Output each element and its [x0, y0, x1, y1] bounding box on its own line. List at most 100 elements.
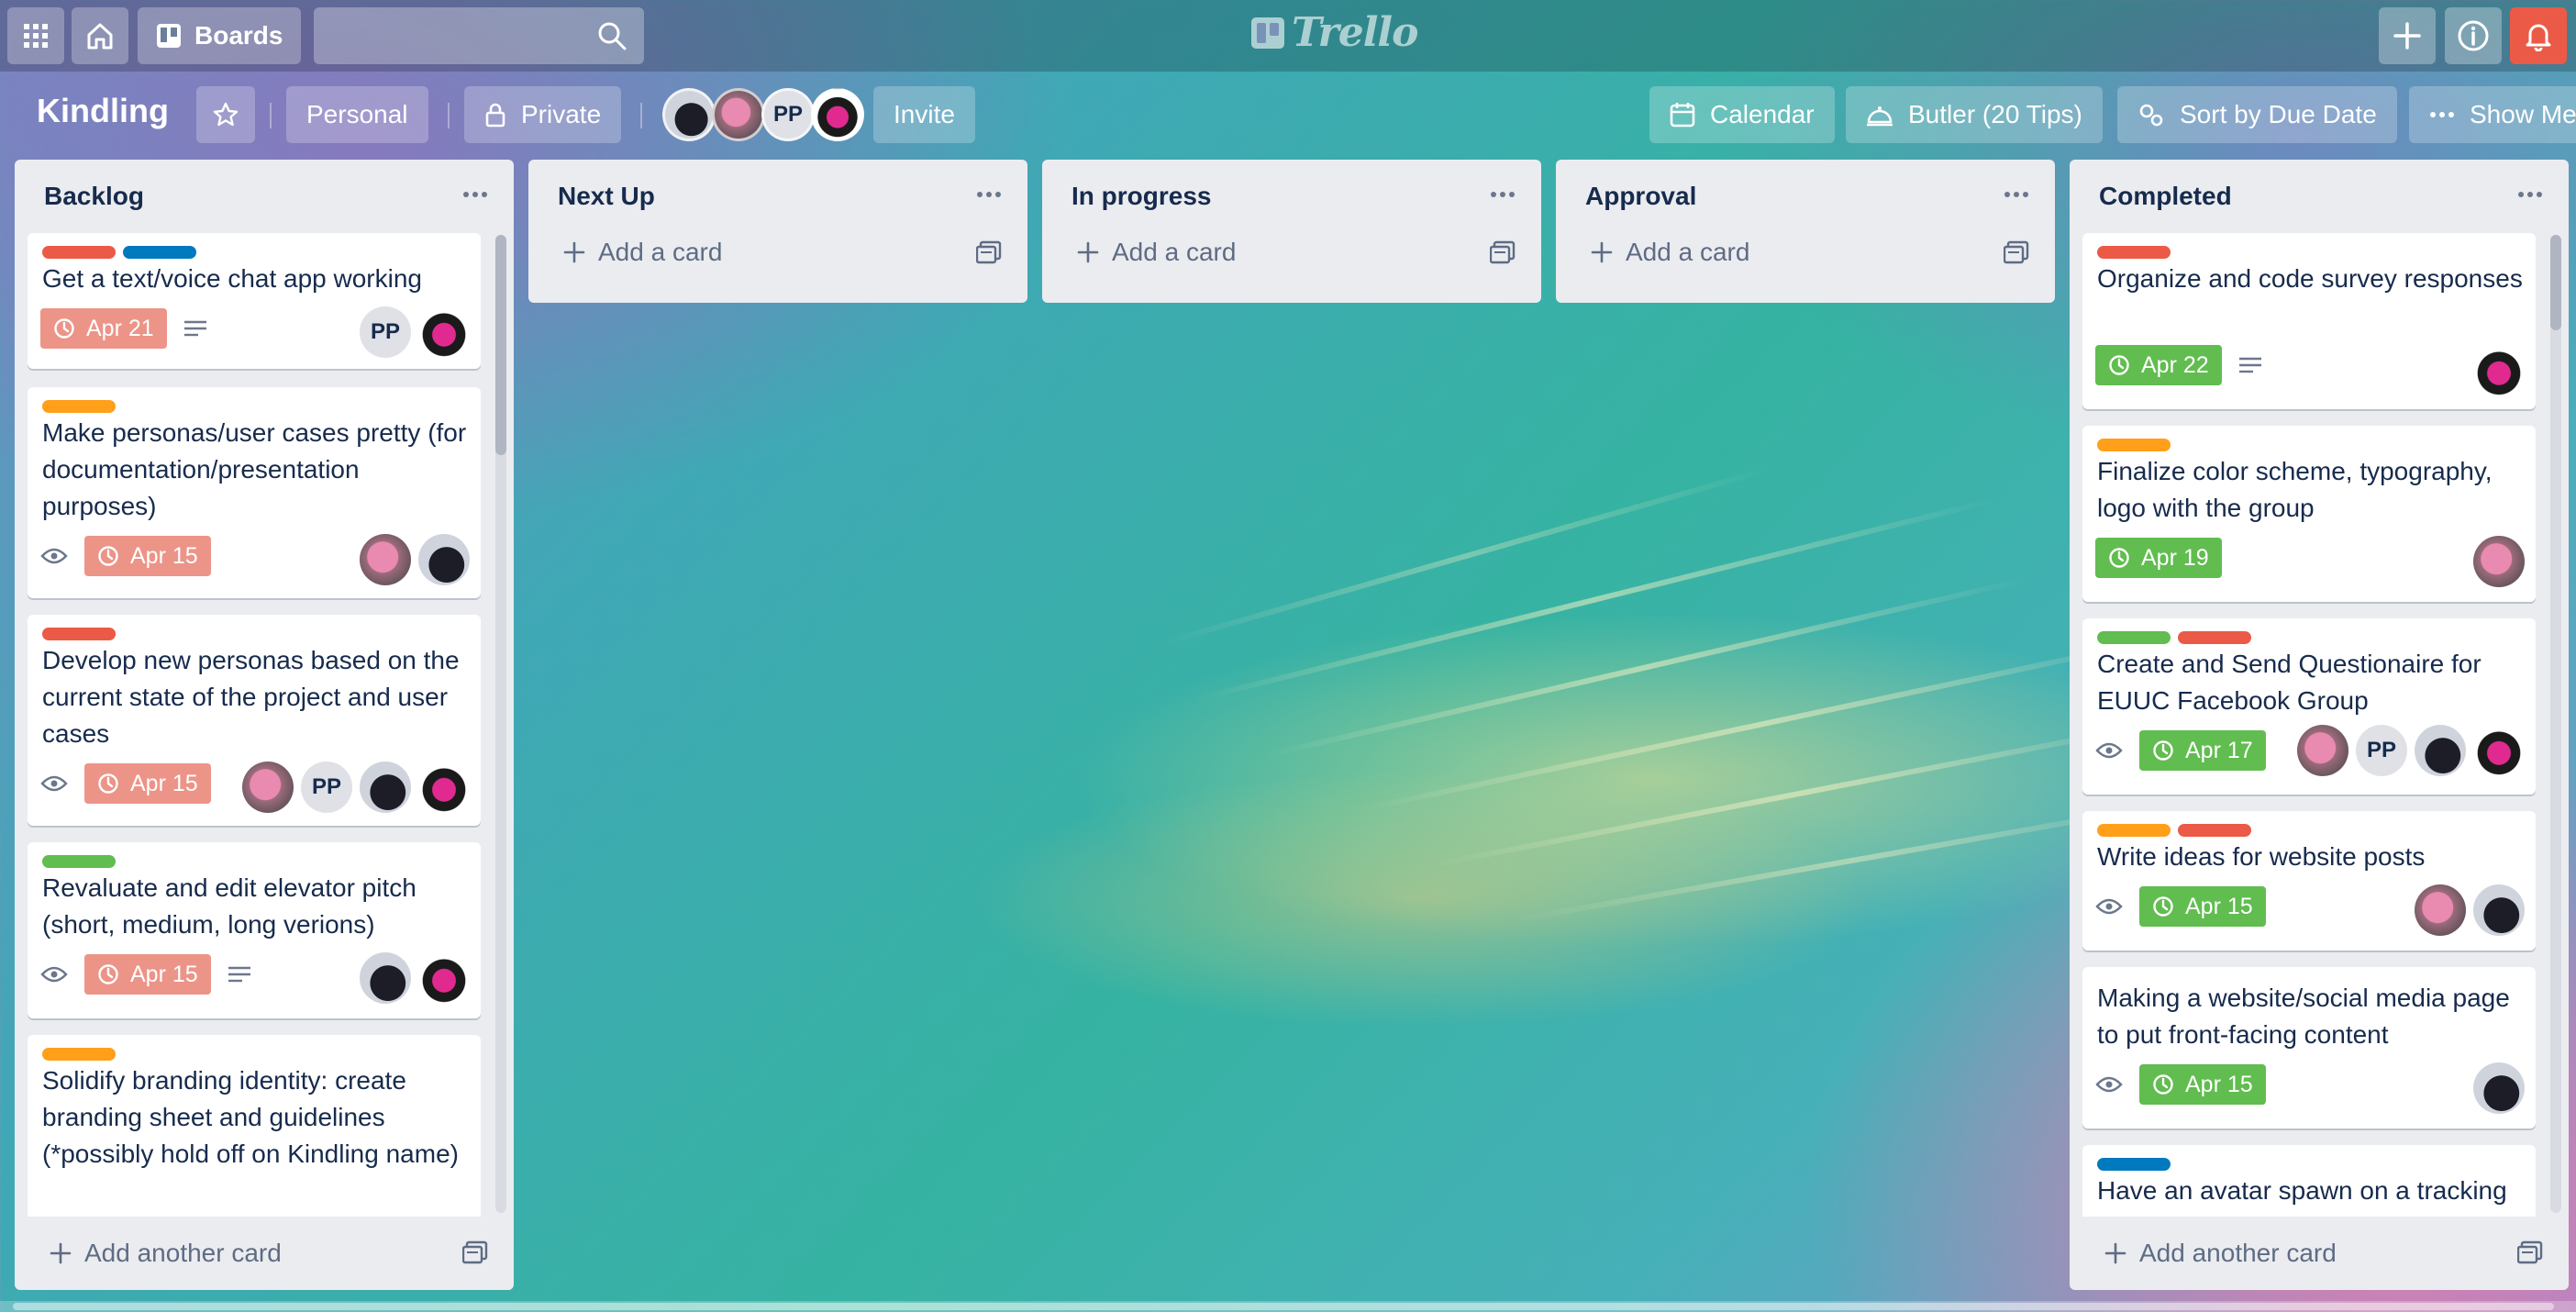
- boards-button[interactable]: Boards: [138, 7, 302, 64]
- show-menu-button[interactable]: Show Menu: [2409, 86, 2576, 143]
- list-title[interactable]: Approval: [1585, 182, 1696, 211]
- list-title[interactable]: Next Up: [558, 182, 655, 211]
- member-avatar[interactable]: [2473, 884, 2525, 936]
- due-date-badge[interactable]: Apr 19: [2095, 538, 2222, 578]
- card[interactable]: Organize and code survey responses Apr 2…: [2082, 233, 2536, 409]
- card-template-icon[interactable]: [1490, 240, 1516, 264]
- member-avatar[interactable]: [418, 306, 470, 358]
- label-orange[interactable]: [2097, 439, 2171, 451]
- notifications-button[interactable]: [2510, 7, 2567, 64]
- create-button[interactable]: [2379, 7, 2436, 64]
- label-orange[interactable]: [42, 400, 116, 413]
- label-orange[interactable]: [2097, 824, 2171, 837]
- card[interactable]: Get a text/voice chat app working Apr 21…: [28, 233, 481, 369]
- visibility-button[interactable]: Private: [464, 86, 622, 143]
- search-box[interactable]: [314, 7, 644, 64]
- label-red[interactable]: [42, 628, 116, 640]
- trello-logo[interactable]: Trello: [1251, 9, 1418, 56]
- card-template-icon[interactable]: [2004, 240, 2029, 264]
- list-menu-button[interactable]: [1998, 176, 2035, 213]
- member-avatar[interactable]: [418, 952, 470, 1004]
- add-card-button[interactable]: Add a card: [1042, 217, 1541, 288]
- info-button[interactable]: [2445, 7, 2502, 64]
- butler-label: Butler (20 Tips): [1908, 100, 2082, 128]
- add-card-button[interactable]: Add a card: [1556, 217, 2055, 288]
- card[interactable]: Finalize color scheme, typography, logo …: [2082, 426, 2536, 602]
- label-blue[interactable]: [2097, 1158, 2171, 1171]
- card-badges: Apr 17: [2095, 730, 2266, 771]
- label-red[interactable]: [2178, 824, 2251, 837]
- member-avatar[interactable]: PP: [761, 88, 815, 141]
- add-another-card-button[interactable]: Add another card: [15, 1217, 514, 1290]
- member-avatar[interactable]: [2415, 884, 2466, 936]
- member-avatar[interactable]: PP: [301, 762, 352, 813]
- member-avatar[interactable]: [360, 952, 411, 1004]
- due-date-badge[interactable]: Apr 21: [40, 308, 167, 349]
- label-green[interactable]: [2097, 631, 2171, 644]
- search-icon[interactable]: [596, 20, 627, 51]
- star-board-button[interactable]: [196, 86, 255, 143]
- member-avatar[interactable]: [2473, 345, 2525, 396]
- member-avatar[interactable]: [712, 88, 765, 141]
- member-avatar[interactable]: [2415, 725, 2466, 776]
- list-menu-button[interactable]: [1484, 176, 1521, 213]
- add-another-card-button[interactable]: Add another card: [2070, 1217, 2569, 1290]
- invite-button[interactable]: Invite: [873, 86, 975, 143]
- list-title[interactable]: Backlog: [44, 182, 144, 211]
- card[interactable]: Create and Send Questionaire for EUUC Fa…: [2082, 618, 2536, 795]
- label-blue[interactable]: [123, 246, 196, 259]
- label-red[interactable]: [2178, 631, 2251, 644]
- board-horizontal-scrollbar[interactable]: [0, 1301, 2576, 1312]
- list-menu-button[interactable]: [457, 176, 494, 213]
- member-avatar[interactable]: PP: [2356, 725, 2407, 776]
- member-avatar[interactable]: PP: [360, 306, 411, 358]
- member-avatar[interactable]: [242, 762, 294, 813]
- butler-button[interactable]: Butler (20 Tips): [1846, 86, 2103, 143]
- card[interactable]: Have an avatar spawn on a tracking plane…: [2082, 1145, 2536, 1217]
- due-date-badge[interactable]: Apr 22: [2095, 345, 2222, 385]
- sort-button[interactable]: Sort by Due Date: [2117, 86, 2397, 143]
- member-avatar[interactable]: [2473, 725, 2525, 776]
- card-template-icon[interactable]: [2517, 1240, 2543, 1264]
- due-date-badge[interactable]: Apr 17: [2139, 730, 2266, 771]
- card[interactable]: Write ideas for website posts Apr 15: [2082, 811, 2536, 951]
- list-menu-button[interactable]: [971, 176, 1007, 213]
- card-badges: Apr 22: [2095, 345, 2262, 385]
- label-red[interactable]: [42, 246, 116, 259]
- due-date-badge[interactable]: Apr 15: [84, 763, 211, 804]
- board-title[interactable]: Kindling: [37, 92, 169, 130]
- card[interactable]: Develop new personas based on the curren…: [28, 615, 481, 826]
- due-date-badge[interactable]: Apr 15: [84, 536, 211, 576]
- member-avatar[interactable]: [811, 88, 864, 141]
- add-card-button[interactable]: Add a card: [528, 217, 1027, 288]
- due-date-badge[interactable]: Apr 15: [2139, 1064, 2266, 1105]
- calendar-button[interactable]: Calendar: [1649, 86, 1835, 143]
- member-avatar[interactable]: [360, 534, 411, 585]
- apps-grid-button[interactable]: [7, 7, 64, 64]
- due-date-badge[interactable]: Apr 15: [84, 954, 211, 995]
- member-avatar[interactable]: [2297, 725, 2348, 776]
- member-avatar[interactable]: [2473, 536, 2525, 587]
- card[interactable]: Make personas/user cases pretty (for doc…: [28, 387, 481, 598]
- label-red[interactable]: [2097, 246, 2171, 259]
- list-title[interactable]: In progress: [1071, 182, 1211, 211]
- card-labels: [42, 628, 116, 640]
- member-avatar[interactable]: [2473, 1062, 2525, 1114]
- list-menu-button[interactable]: [2512, 176, 2548, 213]
- home-button[interactable]: [72, 7, 128, 64]
- card-template-icon[interactable]: [976, 240, 1002, 264]
- card-template-icon[interactable]: [462, 1240, 488, 1264]
- due-date-badge[interactable]: Apr 15: [2139, 886, 2266, 927]
- label-orange[interactable]: [42, 1048, 116, 1061]
- team-button[interactable]: Personal: [286, 86, 428, 143]
- label-green[interactable]: [42, 855, 116, 868]
- card[interactable]: Making a website/social media page to pu…: [2082, 967, 2536, 1129]
- member-avatar[interactable]: [418, 534, 470, 585]
- card[interactable]: Solidify branding identity: create brand…: [28, 1035, 481, 1217]
- list-title[interactable]: Completed: [2099, 182, 2232, 211]
- member-avatar[interactable]: [360, 762, 411, 813]
- search-input[interactable]: [314, 7, 644, 64]
- member-avatar[interactable]: [418, 762, 470, 813]
- member-avatar[interactable]: [662, 88, 716, 141]
- card[interactable]: Revaluate and edit elevator pitch (short…: [28, 842, 481, 1018]
